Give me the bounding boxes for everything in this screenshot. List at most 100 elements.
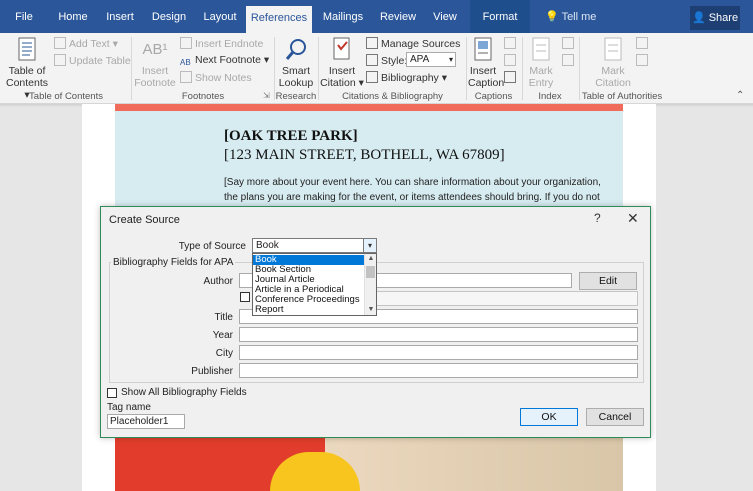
lightbulb-icon: 💡 [545, 11, 559, 23]
show-notes-label: Show Notes [195, 72, 252, 84]
next-footnote-button[interactable]: AB Next Footnote ▾ [180, 54, 269, 70]
insert-citation-label-1: Insert [328, 65, 356, 77]
insert-footnote-label-2: Footnote [134, 77, 176, 89]
ribbon-references: Table of Contents ▾ Add Text ▾ Update Ta… [0, 33, 753, 104]
type-of-source-value: Book [256, 240, 279, 251]
manage-sources-button[interactable]: Manage Sources [366, 37, 460, 50]
update-table-icon [54, 54, 66, 66]
scrollbar-thumb[interactable] [366, 266, 375, 278]
help-icon[interactable]: ? [594, 211, 601, 225]
author-label: Author [203, 276, 233, 287]
type-of-source-label: Type of Source [178, 241, 246, 252]
insert-caption-label-2: Caption [468, 77, 505, 89]
group-label-research: Research [275, 91, 317, 102]
mark-entry-label-1: Mark [529, 65, 553, 77]
show-all-fields-checkbox[interactable] [107, 388, 117, 398]
edit-author-button[interactable]: Edit [579, 272, 637, 290]
tab-references[interactable]: References [246, 6, 312, 33]
type-of-source-select[interactable]: Book ▾ [252, 238, 377, 253]
toc-label-2: Contents [5, 77, 49, 89]
group-label-toc: Table of Contents [29, 91, 103, 102]
city-label: City [215, 348, 233, 359]
endnote-icon [180, 37, 192, 49]
mark-entry-button[interactable]: Mark Entry [525, 37, 557, 89]
add-text-button[interactable]: Add Text ▾ [54, 37, 118, 50]
cancel-button[interactable]: Cancel [586, 408, 644, 426]
smart-lookup-button[interactable]: Smart Lookup [276, 37, 316, 89]
mark-citation-label-2: Citation [595, 77, 631, 89]
footnote-icon: AB¹ [142, 41, 168, 58]
dropdown-scrollbar[interactable]: ▲ ▼ [364, 254, 376, 315]
insert-citation-button[interactable]: Insert Citation ▾ [320, 37, 364, 89]
toc-label-1: Table of [8, 65, 46, 77]
tab-mailings[interactable]: Mailings [318, 0, 368, 33]
document-title[interactable]: [OAK TREE PARK] [224, 128, 358, 145]
show-notes-button[interactable]: Show Notes [180, 71, 252, 84]
publisher-label: Publisher [191, 366, 233, 377]
document-address[interactable]: [123 MAIN STREET, BOTHELL, WA 67809] [224, 147, 505, 164]
insert-endnote-label: Insert Endnote [195, 38, 264, 50]
insert-table-of-figures-icon[interactable] [504, 37, 519, 50]
corporate-author-checkbox[interactable] [240, 292, 250, 302]
mark-citation-button[interactable]: Mark Citation [588, 37, 638, 89]
close-icon[interactable]: ✕ [627, 210, 639, 227]
share-button[interactable]: 👤 Share [690, 6, 740, 30]
title-label: Title [214, 312, 233, 323]
publisher-field[interactable] [239, 363, 638, 378]
tell-me-box[interactable]: 💡 Tell me [545, 0, 596, 33]
cross-reference-glyph-icon [504, 71, 516, 83]
city-field[interactable] [239, 345, 638, 360]
ok-button[interactable]: OK [520, 408, 578, 426]
scroll-up-icon[interactable]: ▲ [365, 254, 376, 264]
insert-table-authorities-icon[interactable] [636, 37, 651, 50]
update-table-figures-icon[interactable] [504, 54, 519, 67]
insert-index-icon[interactable] [562, 37, 577, 50]
show-all-fields-label[interactable]: Show All Bibliography Fields [121, 387, 247, 398]
search-icon [285, 39, 306, 60]
style-label-text: Style: [381, 55, 408, 67]
tab-home[interactable]: Home [53, 0, 93, 33]
table-of-contents-icon [18, 37, 36, 61]
type-of-source-dropdown: Book Book Section Journal Article Articl… [252, 253, 377, 316]
tab-layout[interactable]: Layout [198, 0, 242, 33]
manage-sources-label: Manage Sources [381, 38, 461, 50]
style-label: Style: [366, 54, 407, 67]
style-select[interactable]: APA ▾ [406, 52, 456, 67]
create-source-dialog: Create Source ? ✕ Type of Source Book ▾ … [100, 206, 651, 438]
document-body-text[interactable]: [Say more about your event here. You can… [224, 175, 604, 205]
tab-insert[interactable]: Insert [100, 0, 140, 33]
bibliography-button[interactable]: Bibliography ▾ [366, 71, 447, 84]
scroll-down-icon[interactable]: ▼ [365, 305, 376, 315]
chevron-down-icon: ▾ [448, 55, 453, 64]
footnotes-dialog-launcher-icon[interactable]: ⇲ [263, 91, 270, 100]
bibliography-label: Bibliography [381, 72, 439, 84]
mark-entry-icon [532, 37, 550, 61]
cross-reference-icon[interactable] [504, 71, 519, 84]
tab-format[interactable]: Format [470, 0, 530, 33]
mark-entry-label-2: Entry [528, 77, 554, 89]
show-notes-icon [180, 71, 192, 83]
insert-footnote-button[interactable]: AB¹ Insert Footnote [134, 37, 176, 89]
dropdown-option-report[interactable]: Report [253, 305, 365, 315]
insert-caption-button[interactable]: Insert Caption [468, 37, 504, 89]
insert-endnote-button[interactable]: Insert Endnote [180, 37, 263, 50]
tab-file[interactable]: File [6, 0, 42, 33]
chevron-down-icon[interactable]: ▾ [363, 239, 376, 252]
update-table-button[interactable]: Update Table [54, 54, 131, 67]
tab-review[interactable]: Review [375, 0, 421, 33]
group-label-authorities: Table of Authorities [581, 91, 663, 102]
smart-lookup-label-2: Lookup [278, 77, 314, 89]
year-field[interactable] [239, 327, 638, 342]
collapse-ribbon-icon[interactable]: ⌃ [736, 90, 744, 101]
tab-design[interactable]: Design [147, 0, 191, 33]
tag-name-field[interactable]: Placeholder1 [107, 414, 185, 429]
update-table-authorities-icon[interactable] [636, 54, 651, 67]
insert-footnote-label-1: Insert [141, 65, 169, 77]
tell-me-label: Tell me [561, 11, 597, 23]
group-divider [131, 37, 132, 100]
bibliography-icon [366, 71, 378, 83]
tab-view[interactable]: View [426, 0, 464, 33]
index-icon [562, 37, 574, 49]
group-label-index: Index [538, 91, 562, 102]
update-index-icon[interactable] [562, 54, 577, 67]
